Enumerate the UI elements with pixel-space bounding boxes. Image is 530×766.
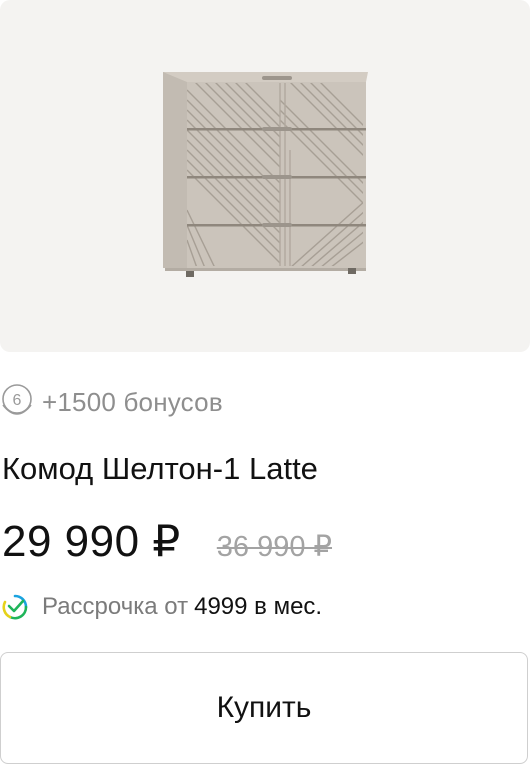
installment-amount: 4999 в мес.	[194, 593, 323, 620]
installment-row[interactable]: Рассрочка от 4999 в мес.	[2, 590, 322, 624]
buy-button[interactable]: Купить	[0, 652, 528, 764]
dresser-illustration	[163, 72, 368, 277]
product-card: 6 +1500 бонусов Комод Шелтон-1 Latte 29 …	[0, 0, 530, 766]
bonus-text: +1500 бонусов	[42, 386, 223, 417]
installment-check-icon	[2, 594, 28, 620]
price-row: 29 990 ₽ 36 990 ₽	[2, 516, 332, 572]
old-price: 36 990 ₽	[216, 531, 333, 563]
product-title[interactable]: Комод Шелтон-1 Latte	[2, 451, 318, 487]
product-image[interactable]	[0, 0, 530, 352]
bonus-badge-number: 6	[13, 392, 22, 409]
current-price: 29 990 ₽	[2, 517, 181, 566]
bonus-coin-icon: 6	[2, 384, 32, 415]
installment-label: Рассрочка от	[42, 593, 189, 620]
bonus-row: 6 +1500 бонусов	[0, 382, 223, 422]
